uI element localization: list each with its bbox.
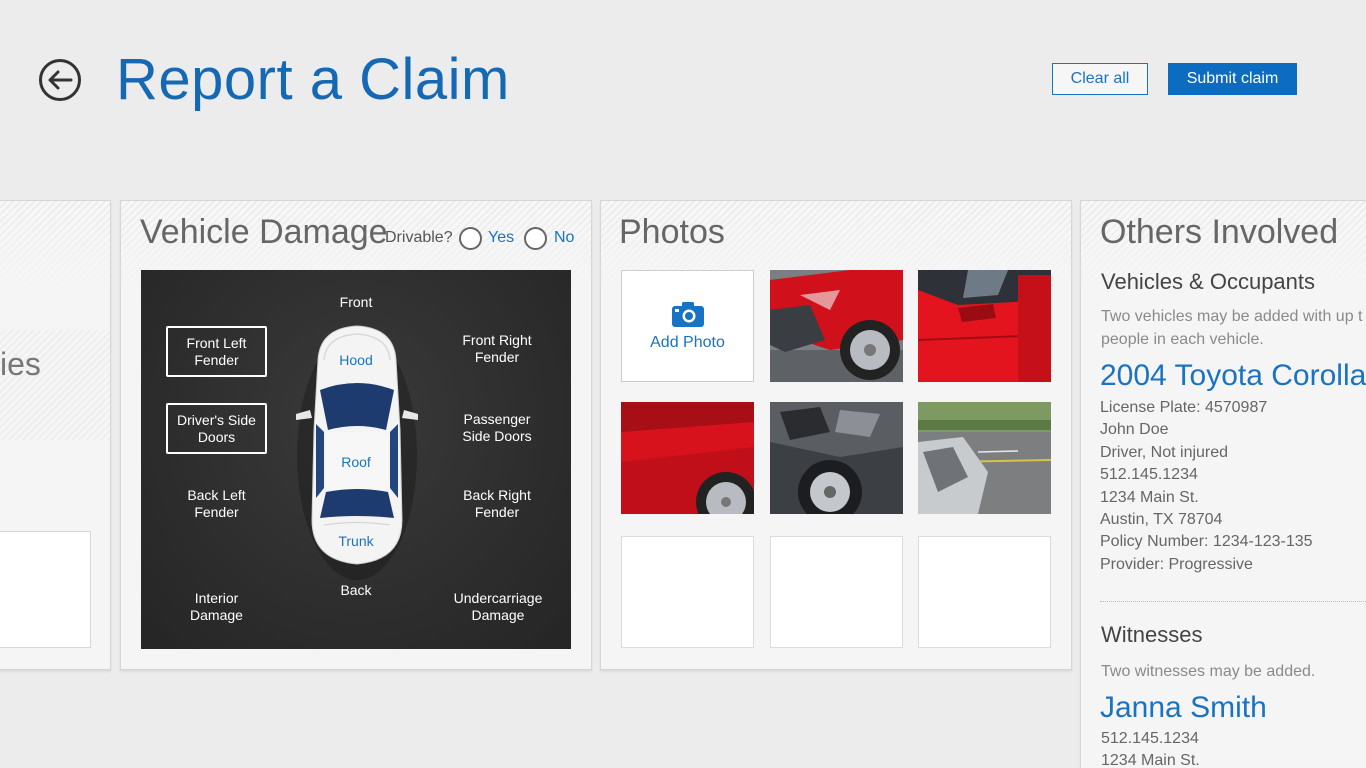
insurance-provider: Provider: Progressive [1100, 555, 1253, 573]
zone-front-right-fender-label: Front Right Fender [462, 332, 532, 365]
empty-photo-slot[interactable] [918, 536, 1051, 648]
add-photo-label: Add Photo [650, 334, 725, 351]
others-involved-title: Others Involved [1100, 213, 1339, 251]
page-title: Report a Claim [116, 47, 510, 112]
witness-name-link[interactable]: Janna Smith [1100, 691, 1267, 725]
zone-undercarriage-damage-label: Undercarriage Damage [453, 590, 543, 623]
driver-phone: 512.145.1234 [1100, 466, 1198, 484]
zone-passenger-side-doors[interactable]: Passenger Side Doors [447, 411, 547, 445]
drivable-label: Drivable? [385, 229, 453, 246]
photo-thumbnail[interactable] [918, 270, 1051, 382]
witness-phone: 512.145.1234 [1101, 730, 1199, 747]
zone-interior-damage[interactable]: Interior Damage [166, 590, 267, 624]
zone-back-left-fender-label: Back Left Fender [187, 487, 246, 520]
previous-panel-title: ies [0, 346, 41, 382]
zone-interior-damage-label: Interior Damage [190, 590, 243, 623]
empty-photo-slot[interactable] [621, 536, 754, 648]
photo-thumbnail[interactable] [918, 402, 1051, 514]
vehicle-details: License Plate: 4570987 John Doe Driver, … [1100, 397, 1313, 576]
zone-back[interactable]: Back [326, 582, 386, 599]
arrow-left-icon [48, 70, 73, 90]
zone-front-right-fender[interactable]: Front Right Fender [447, 332, 547, 366]
zone-undercarriage-damage[interactable]: Undercarriage Damage [442, 590, 554, 624]
vehicle-name-link[interactable]: 2004 Toyota Corolla [1100, 359, 1366, 393]
zone-back-left-fender[interactable]: Back Left Fender [166, 487, 267, 521]
photo-thumbnail[interactable] [621, 402, 754, 514]
zone-back-right-fender-label: Back Right Fender [463, 487, 531, 520]
drivable-no-radio[interactable] [524, 227, 547, 250]
zone-back-right-fender[interactable]: Back Right Fender [447, 487, 547, 521]
driver-status: Driver, Not injured [1100, 443, 1229, 461]
witness-details: 512.145.1234 1234 Main St. [1101, 728, 1200, 768]
witnesses-heading: Witnesses [1101, 622, 1203, 647]
zone-front[interactable]: Front [326, 294, 386, 311]
previous-panel-box[interactable] [0, 531, 91, 648]
policy-number: Policy Number: 1234-123-135 [1100, 533, 1313, 551]
damaged-car-photo [770, 270, 903, 382]
zone-passenger-side-doors-label: Passenger Side Doors [462, 411, 532, 444]
driver-city: Austin, TX 78704 [1100, 511, 1223, 529]
vehicles-note: Two vehicles may be added with up t peop… [1101, 308, 1363, 348]
red-car-door-photo [918, 270, 1051, 382]
divider [1100, 601, 1366, 602]
car-part-hood[interactable]: Hood [326, 352, 386, 368]
vehicle-damage-title: Vehicle Damage [140, 213, 388, 251]
photo-thumbnail[interactable] [770, 402, 903, 514]
back-button[interactable] [39, 59, 81, 101]
photos-title: Photos [619, 213, 725, 251]
photo-thumbnail[interactable] [770, 270, 903, 382]
witnesses-note: Two witnesses may be added. [1101, 663, 1316, 680]
zone-drivers-side-doors[interactable]: Driver's Side Doors [166, 403, 267, 454]
wrecked-car-photo [770, 402, 903, 514]
witness-street: 1234 Main St. [1101, 752, 1200, 768]
zone-drivers-side-doors-label: Driver's Side Doors [177, 411, 256, 445]
license-plate: License Plate: 4570987 [1100, 399, 1268, 416]
car-part-roof[interactable]: Roof [326, 454, 386, 470]
drivable-yes-label[interactable]: Yes [488, 229, 514, 247]
crash-scene-photo [918, 402, 1051, 514]
driver-name: John Doe [1100, 421, 1169, 439]
camera-icon [671, 302, 704, 327]
drivable-yes-radio[interactable] [459, 227, 482, 250]
empty-photo-slot[interactable] [770, 536, 903, 648]
submit-claim-button[interactable]: Submit claim [1168, 63, 1297, 95]
clear-all-button[interactable]: Clear all [1052, 63, 1148, 95]
zone-front-left-fender[interactable]: Front Left Fender [166, 326, 267, 377]
drivable-no-label[interactable]: No [554, 229, 574, 247]
vehicles-occupants-heading: Vehicles & Occupants [1101, 269, 1316, 294]
add-photo-button[interactable]: Add Photo [621, 270, 754, 382]
driver-street: 1234 Main St. [1100, 488, 1199, 506]
car-part-trunk[interactable]: Trunk [326, 533, 386, 549]
red-car-rear-photo [621, 402, 754, 514]
zone-front-left-fender-label: Front Left Fender [186, 334, 247, 368]
